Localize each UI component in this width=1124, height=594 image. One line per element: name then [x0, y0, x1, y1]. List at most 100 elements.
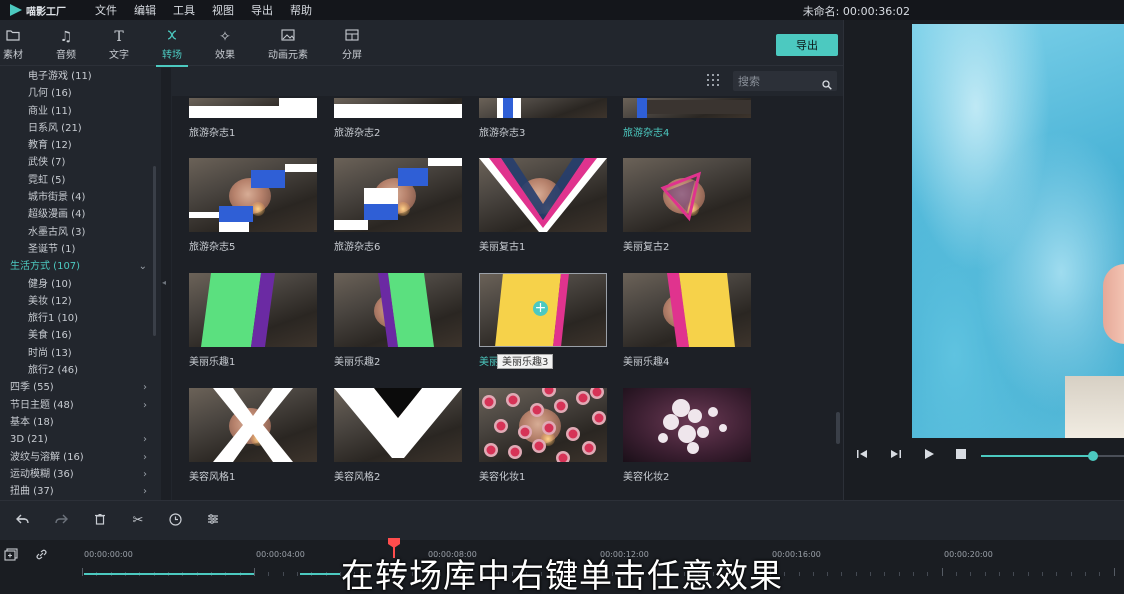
category-item[interactable]: 城市街景 (4)	[0, 189, 155, 206]
transition-thumbnail[interactable]	[334, 388, 462, 462]
category-item[interactable]: 3D (21) ›	[0, 431, 155, 448]
tab-effects[interactable]: ✧ 效果	[203, 28, 247, 61]
adjust-icon[interactable]	[205, 513, 221, 529]
preview-subject	[1103, 264, 1124, 344]
search-input[interactable]	[738, 74, 818, 89]
category-item[interactable]: 美食 (16)	[0, 327, 155, 344]
menu-file[interactable]: 文件	[95, 2, 117, 18]
category-scrollbar[interactable]	[153, 166, 156, 336]
playback-slider[interactable]	[981, 451, 1124, 461]
tab-media[interactable]: 素材	[0, 28, 35, 61]
category-label: 电子游戏 (11)	[28, 71, 92, 82]
transition-thumbnail[interactable]: +	[479, 273, 607, 347]
category-item[interactable]: 健身 (10)	[0, 276, 155, 293]
chevron-right-icon[interactable]: ›	[143, 483, 147, 500]
playback-controls	[854, 446, 1124, 466]
app-logo: 喵影工厂	[0, 0, 95, 20]
play-icon[interactable]	[921, 448, 937, 464]
chevron-right-icon[interactable]: ›	[143, 466, 147, 483]
category-item[interactable]: 波纹与溶解 (16) ›	[0, 449, 155, 466]
cut-icon[interactable]: ✂	[130, 513, 146, 529]
menu-help[interactable]: 帮助	[290, 2, 312, 18]
category-item[interactable]: 基本 (18)	[0, 414, 155, 431]
chevron-right-icon[interactable]: ›	[143, 379, 147, 396]
transition-thumbnail[interactable]	[623, 388, 751, 462]
category-item[interactable]: 扭曲 (37) ›	[0, 483, 155, 500]
category-item[interactable]: 商业 (11)	[0, 103, 155, 120]
prev-frame-icon[interactable]	[854, 448, 870, 464]
tab-audio[interactable]: ♫ 音频	[44, 28, 88, 61]
chevron-right-icon[interactable]: ›	[143, 397, 147, 414]
category-item[interactable]: 旅行2 (46)	[0, 362, 155, 379]
stop-icon[interactable]	[953, 448, 969, 464]
chevron-right-icon[interactable]: ›	[143, 449, 147, 466]
transition-label: 旅游杂志4	[623, 128, 670, 139]
transition-label: 美容风格2	[334, 472, 381, 483]
clock-icon[interactable]	[167, 513, 183, 529]
transition-thumbnail[interactable]	[479, 388, 607, 462]
transition-thumbnail[interactable]	[479, 158, 607, 232]
category-item[interactable]: 运动模糊 (36) ›	[0, 466, 155, 483]
tab-text[interactable]: T 文字	[97, 28, 141, 61]
search-icon[interactable]	[822, 75, 832, 90]
category-item[interactable]: 霓虹 (5)	[0, 172, 155, 189]
chevron-right-icon[interactable]: ›	[143, 431, 147, 448]
category-item[interactable]: 时尚 (13)	[0, 345, 155, 362]
transition-thumbnail[interactable]	[334, 98, 462, 118]
category-item[interactable]: 生活方式 (107) ⌄	[0, 258, 155, 275]
library-toolbar: 素材 ♫ 音频 T 文字 转场 ✧ 效果 动画元素 分屏 导出	[0, 20, 843, 67]
category-item[interactable]: 教育 (12)	[0, 137, 155, 154]
transition-thumbnail[interactable]	[189, 388, 317, 462]
transition-thumbnail[interactable]	[189, 98, 317, 118]
delete-icon[interactable]	[92, 513, 108, 529]
transition-label: 美丽乐趣4	[623, 357, 670, 368]
transition-thumbnail[interactable]	[334, 158, 462, 232]
category-item[interactable]: 日系风 (21)	[0, 120, 155, 137]
transition-label: 美丽乐趣2	[334, 357, 381, 368]
elements-icon	[262, 28, 314, 46]
category-item[interactable]: 武侠 (7)	[0, 154, 155, 171]
video-subtitle: 在转场库中右键单击任意效果	[341, 556, 783, 594]
category-item[interactable]: 电子游戏 (11)	[0, 68, 155, 85]
effects-icon: ✧	[219, 29, 231, 45]
category-item[interactable]: 水墨古风 (3)	[0, 224, 155, 241]
app-window: 喵影工厂 文件 编辑 工具 视图 导出 帮助 未命名: 00:00:36:02 …	[0, 0, 1124, 594]
preview-panel	[843, 20, 1124, 500]
music-icon: ♫	[59, 29, 73, 45]
transition-thumbnail[interactable]	[479, 98, 607, 118]
chevron-down-icon[interactable]: ⌄	[139, 258, 147, 275]
next-frame-icon[interactable]	[888, 448, 904, 464]
transition-thumbnail[interactable]	[189, 273, 317, 347]
transition-label: 旅游杂志3	[479, 128, 526, 139]
transition-thumbnail[interactable]	[623, 98, 751, 118]
redo-icon[interactable]	[53, 513, 69, 529]
transition-thumbnail[interactable]	[189, 158, 317, 232]
collapse-arrow-icon[interactable]: ◂	[162, 278, 166, 287]
undo-icon[interactable]	[15, 513, 31, 529]
transition-thumbnail[interactable]	[623, 273, 751, 347]
category-item[interactable]: 几何 (16)	[0, 85, 155, 102]
category-item[interactable]: 美妆 (12)	[0, 293, 155, 310]
category-item[interactable]: 旅行1 (10)	[0, 310, 155, 327]
menu-view[interactable]: 视图	[212, 2, 234, 18]
grid-view-icon[interactable]	[707, 74, 721, 88]
category-label: 城市街景 (4)	[28, 192, 86, 204]
category-label: 超级漫画 (4)	[28, 209, 86, 221]
category-item[interactable]: 圣诞节 (1)	[0, 241, 155, 258]
menu-tools[interactable]: 工具	[173, 2, 195, 18]
export-button[interactable]: 导出	[776, 34, 838, 56]
category-item[interactable]: 四季 (55) ›	[0, 379, 155, 396]
transition-thumbnail[interactable]	[334, 273, 462, 347]
menu-export[interactable]: 导出	[251, 2, 273, 18]
category-item[interactable]: 节日主题 (48) ›	[0, 397, 155, 414]
transition-thumbnail[interactable]	[623, 158, 751, 232]
category-label: 3D (21)	[10, 434, 48, 446]
tab-elements[interactable]: 动画元素	[262, 28, 314, 61]
category-item[interactable]: 超级漫画 (4)	[0, 206, 155, 223]
menu-edit[interactable]: 编辑	[134, 2, 156, 18]
playback-handle[interactable]	[1088, 451, 1099, 461]
tab-transitions[interactable]: 转场	[150, 28, 194, 67]
folder-icon	[0, 28, 35, 46]
grid-scrollbar[interactable]	[836, 412, 840, 444]
tab-splitscreen[interactable]: 分屏	[330, 28, 374, 61]
